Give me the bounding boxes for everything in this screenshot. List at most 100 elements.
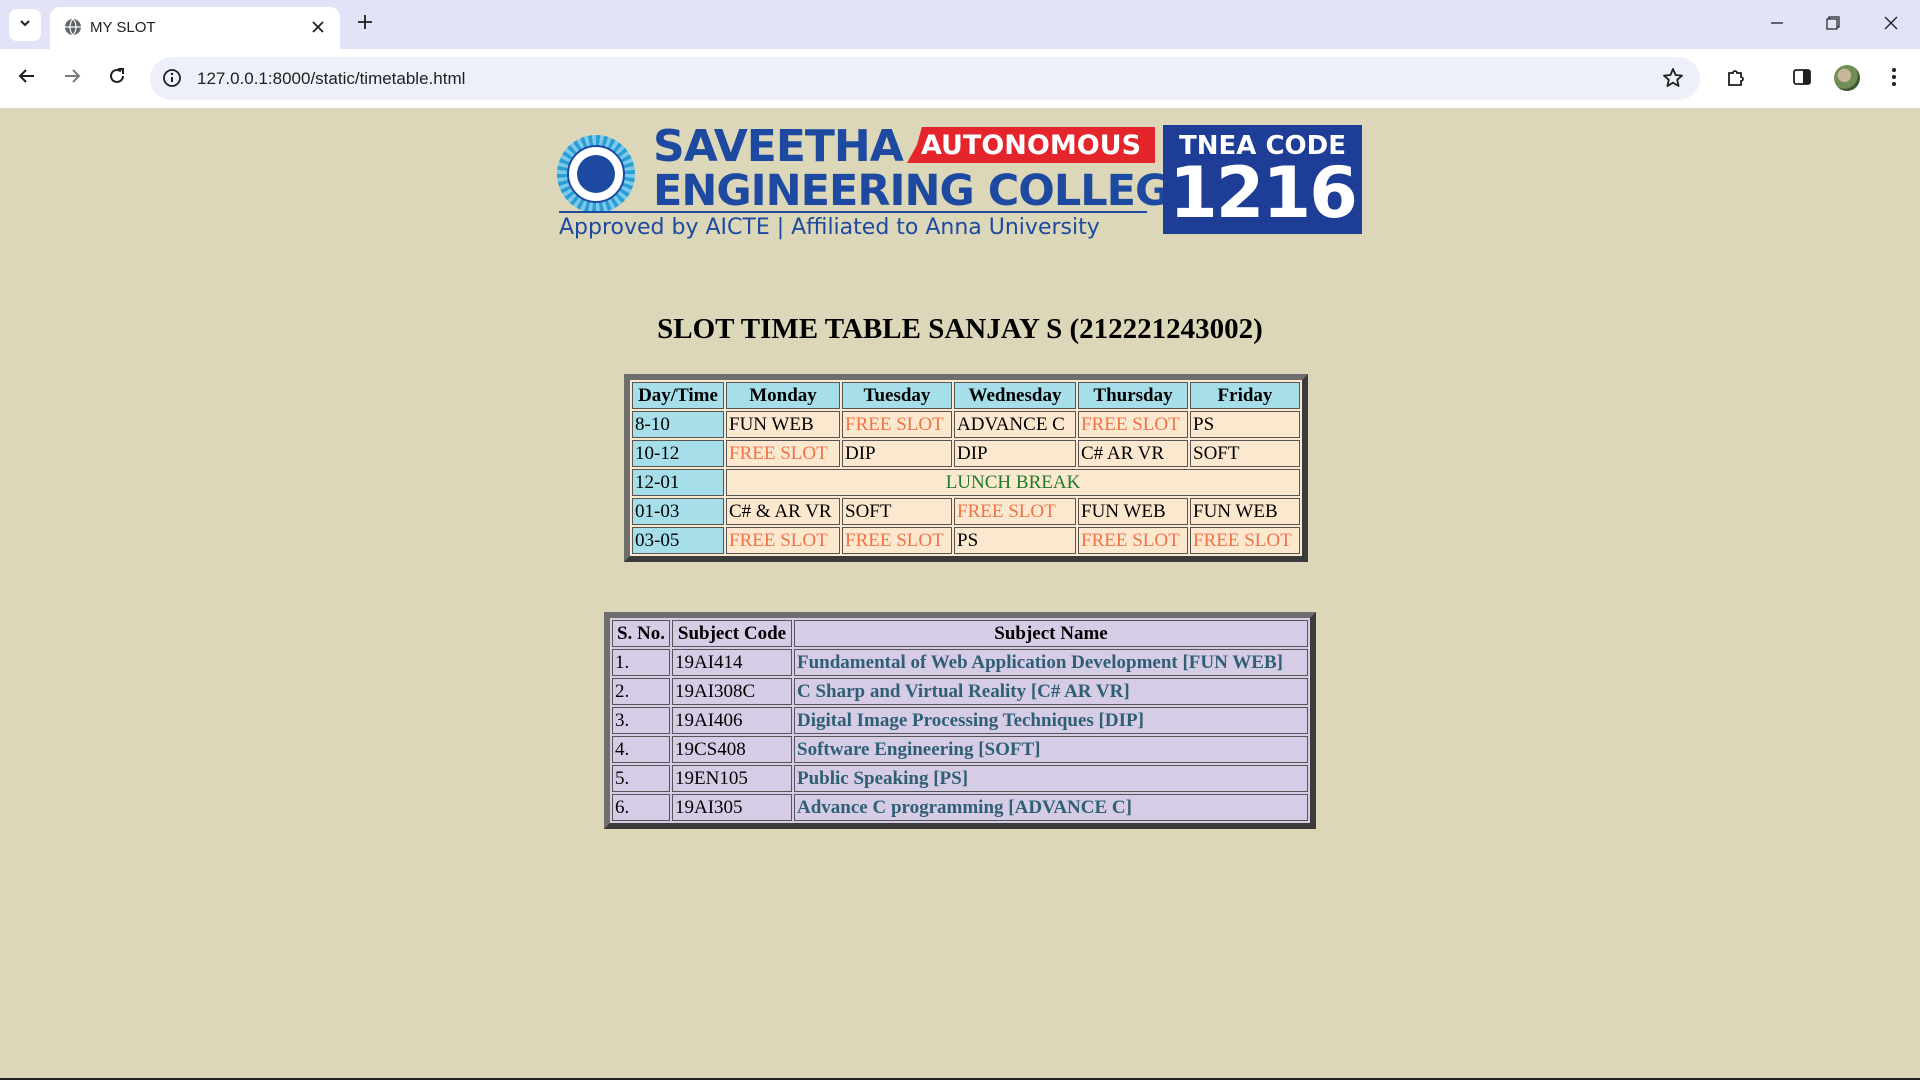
autonomous-badge: AUTONOMOUS bbox=[907, 127, 1155, 163]
new-tab-button[interactable] bbox=[353, 12, 377, 36]
star-icon[interactable] bbox=[1662, 67, 1684, 94]
forward-button[interactable] bbox=[57, 63, 87, 93]
header-friday: Friday bbox=[1190, 382, 1300, 409]
slot-cell: FREE SLOT bbox=[842, 527, 952, 554]
minimize-button[interactable] bbox=[1762, 10, 1792, 40]
browser-tab-active[interactable]: MY SLOT bbox=[50, 7, 340, 49]
page-title: SLOT TIME TABLE SANJAY S (212221243002) bbox=[657, 313, 1263, 345]
slot-cell: FREE SLOT bbox=[1078, 411, 1188, 438]
header-subject-code: Subject Code bbox=[672, 620, 792, 647]
subject-code-cell: 19AI414 bbox=[672, 649, 792, 676]
close-window-button[interactable] bbox=[1876, 10, 1906, 40]
subject-code-cell: 19AI406 bbox=[672, 707, 792, 734]
address-bar[interactable]: 127.0.0.1:8000/static/timetable.html bbox=[150, 57, 1700, 100]
subject-code-cell: 19AI308C bbox=[672, 678, 792, 705]
table-row: 5. 19EN105 Public Speaking [PS] bbox=[612, 765, 1308, 792]
header-tuesday: Tuesday bbox=[842, 382, 952, 409]
header-sno: S. No. bbox=[612, 620, 670, 647]
table-row: 3. 19AI406 Digital Image Processing Tech… bbox=[612, 707, 1308, 734]
subjects-header-row: S. No. Subject Code Subject Name bbox=[612, 620, 1308, 647]
url-text[interactable]: 127.0.0.1:8000/static/timetable.html bbox=[197, 69, 465, 89]
subject-name-cell: Advance C programming [ADVANCE C] bbox=[794, 794, 1308, 821]
arrow-left-icon bbox=[18, 67, 36, 90]
subject-name-cell: Software Engineering [SOFT] bbox=[794, 736, 1308, 763]
time-cell: 01-03 bbox=[632, 498, 724, 525]
time-cell: 03-05 bbox=[632, 527, 724, 554]
page-content: SAVEETHA ENGINEERING COLLEGE AUTONOMOUS … bbox=[0, 108, 1920, 1078]
college-banner: SAVEETHA ENGINEERING COLLEGE AUTONOMOUS … bbox=[557, 125, 1362, 240]
info-icon[interactable] bbox=[162, 68, 182, 93]
minimize-icon bbox=[1770, 16, 1784, 35]
table-row: 12-01 LUNCH BREAK bbox=[632, 469, 1300, 496]
sno-cell: 5. bbox=[612, 765, 670, 792]
back-button[interactable] bbox=[12, 63, 42, 93]
slot-cell: FREE SLOT bbox=[842, 411, 952, 438]
more-vert-icon bbox=[1891, 67, 1897, 92]
college-name-line2: ENGINEERING COLLEGE bbox=[653, 166, 1199, 216]
approval-text: Approved by AICTE | Affiliated to Anna U… bbox=[559, 211, 1147, 240]
table-row: 4. 19CS408 Software Engineering [SOFT] bbox=[612, 736, 1308, 763]
lunch-break-cell: LUNCH BREAK bbox=[726, 469, 1300, 496]
side-panel-button[interactable] bbox=[1788, 65, 1816, 93]
table-row: 01-03 C# & AR VR SOFT FREE SLOT FUN WEB … bbox=[632, 498, 1300, 525]
tnea-code: 1216 bbox=[1169, 152, 1358, 234]
slot-cell: SOFT bbox=[1190, 440, 1300, 467]
slot-cell: FUN WEB bbox=[1078, 498, 1188, 525]
plus-icon bbox=[357, 14, 373, 35]
time-cell: 12-01 bbox=[632, 469, 724, 496]
tnea-code-badge: TNEA CODE 1216 bbox=[1163, 125, 1362, 234]
sno-cell: 2. bbox=[612, 678, 670, 705]
puzzle-icon bbox=[1725, 66, 1747, 93]
subject-code-cell: 19EN105 bbox=[672, 765, 792, 792]
tab-search-button[interactable] bbox=[9, 9, 41, 41]
sno-cell: 1. bbox=[612, 649, 670, 676]
slot-cell: C# & AR VR bbox=[726, 498, 840, 525]
table-row: 10-12 FREE SLOT DIP DIP C# AR VR SOFT bbox=[632, 440, 1300, 467]
subject-code-cell: 19AI305 bbox=[672, 794, 792, 821]
college-seal-logo bbox=[557, 135, 635, 213]
chevron-down-icon bbox=[18, 16, 32, 35]
sno-cell: 3. bbox=[612, 707, 670, 734]
menu-button[interactable] bbox=[1880, 65, 1908, 93]
arrow-right-icon bbox=[63, 67, 81, 90]
slot-cell: PS bbox=[1190, 411, 1300, 438]
table-row: 8-10 FUN WEB FREE SLOT ADVANCE C FREE SL… bbox=[632, 411, 1300, 438]
slot-cell: FREE SLOT bbox=[726, 527, 840, 554]
tab-title: MY SLOT bbox=[90, 19, 156, 36]
slot-cell: FREE SLOT bbox=[1078, 527, 1188, 554]
slot-cell: ADVANCE C bbox=[954, 411, 1076, 438]
subject-name-cell: Public Speaking [PS] bbox=[794, 765, 1308, 792]
slot-cell: SOFT bbox=[842, 498, 952, 525]
side-panel-icon bbox=[1792, 67, 1812, 92]
reload-icon bbox=[108, 67, 126, 90]
subject-code-cell: 19CS408 bbox=[672, 736, 792, 763]
timetable-header-row: Day/Time Monday Tuesday Wednesday Thursd… bbox=[632, 382, 1300, 409]
close-tab-icon[interactable] bbox=[306, 15, 330, 39]
timetable: Day/Time Monday Tuesday Wednesday Thursd… bbox=[624, 374, 1308, 562]
table-row: 2. 19AI308C C Sharp and Virtual Reality … bbox=[612, 678, 1308, 705]
subjects-table: S. No. Subject Code Subject Name 1. 19AI… bbox=[604, 612, 1316, 829]
time-cell: 8-10 bbox=[632, 411, 724, 438]
extensions-button[interactable] bbox=[1722, 65, 1750, 93]
reload-button[interactable] bbox=[102, 63, 132, 93]
globe-icon bbox=[64, 18, 82, 41]
profile-avatar[interactable] bbox=[1834, 65, 1860, 91]
subject-name-cell: Fundamental of Web Application Developme… bbox=[794, 649, 1308, 676]
table-row: 03-05 FREE SLOT FREE SLOT PS FREE SLOT F… bbox=[632, 527, 1300, 554]
restore-button[interactable] bbox=[1818, 10, 1848, 40]
college-name-line1: SAVEETHA bbox=[653, 121, 904, 172]
sno-cell: 6. bbox=[612, 794, 670, 821]
slot-cell: FREE SLOT bbox=[726, 440, 840, 467]
slot-cell: DIP bbox=[954, 440, 1076, 467]
browser-tab-bar: MY SLOT bbox=[0, 0, 1920, 49]
close-icon bbox=[1884, 16, 1898, 35]
sno-cell: 4. bbox=[612, 736, 670, 763]
header-monday: Monday bbox=[726, 382, 840, 409]
browser-toolbar: 127.0.0.1:8000/static/timetable.html bbox=[0, 49, 1920, 108]
slot-cell: FREE SLOT bbox=[1190, 527, 1300, 554]
header-wednesday: Wednesday bbox=[954, 382, 1076, 409]
slot-cell: FUN WEB bbox=[726, 411, 840, 438]
table-row: 6. 19AI305 Advance C programming [ADVANC… bbox=[612, 794, 1308, 821]
slot-cell: FUN WEB bbox=[1190, 498, 1300, 525]
table-row: 1. 19AI414 Fundamental of Web Applicatio… bbox=[612, 649, 1308, 676]
